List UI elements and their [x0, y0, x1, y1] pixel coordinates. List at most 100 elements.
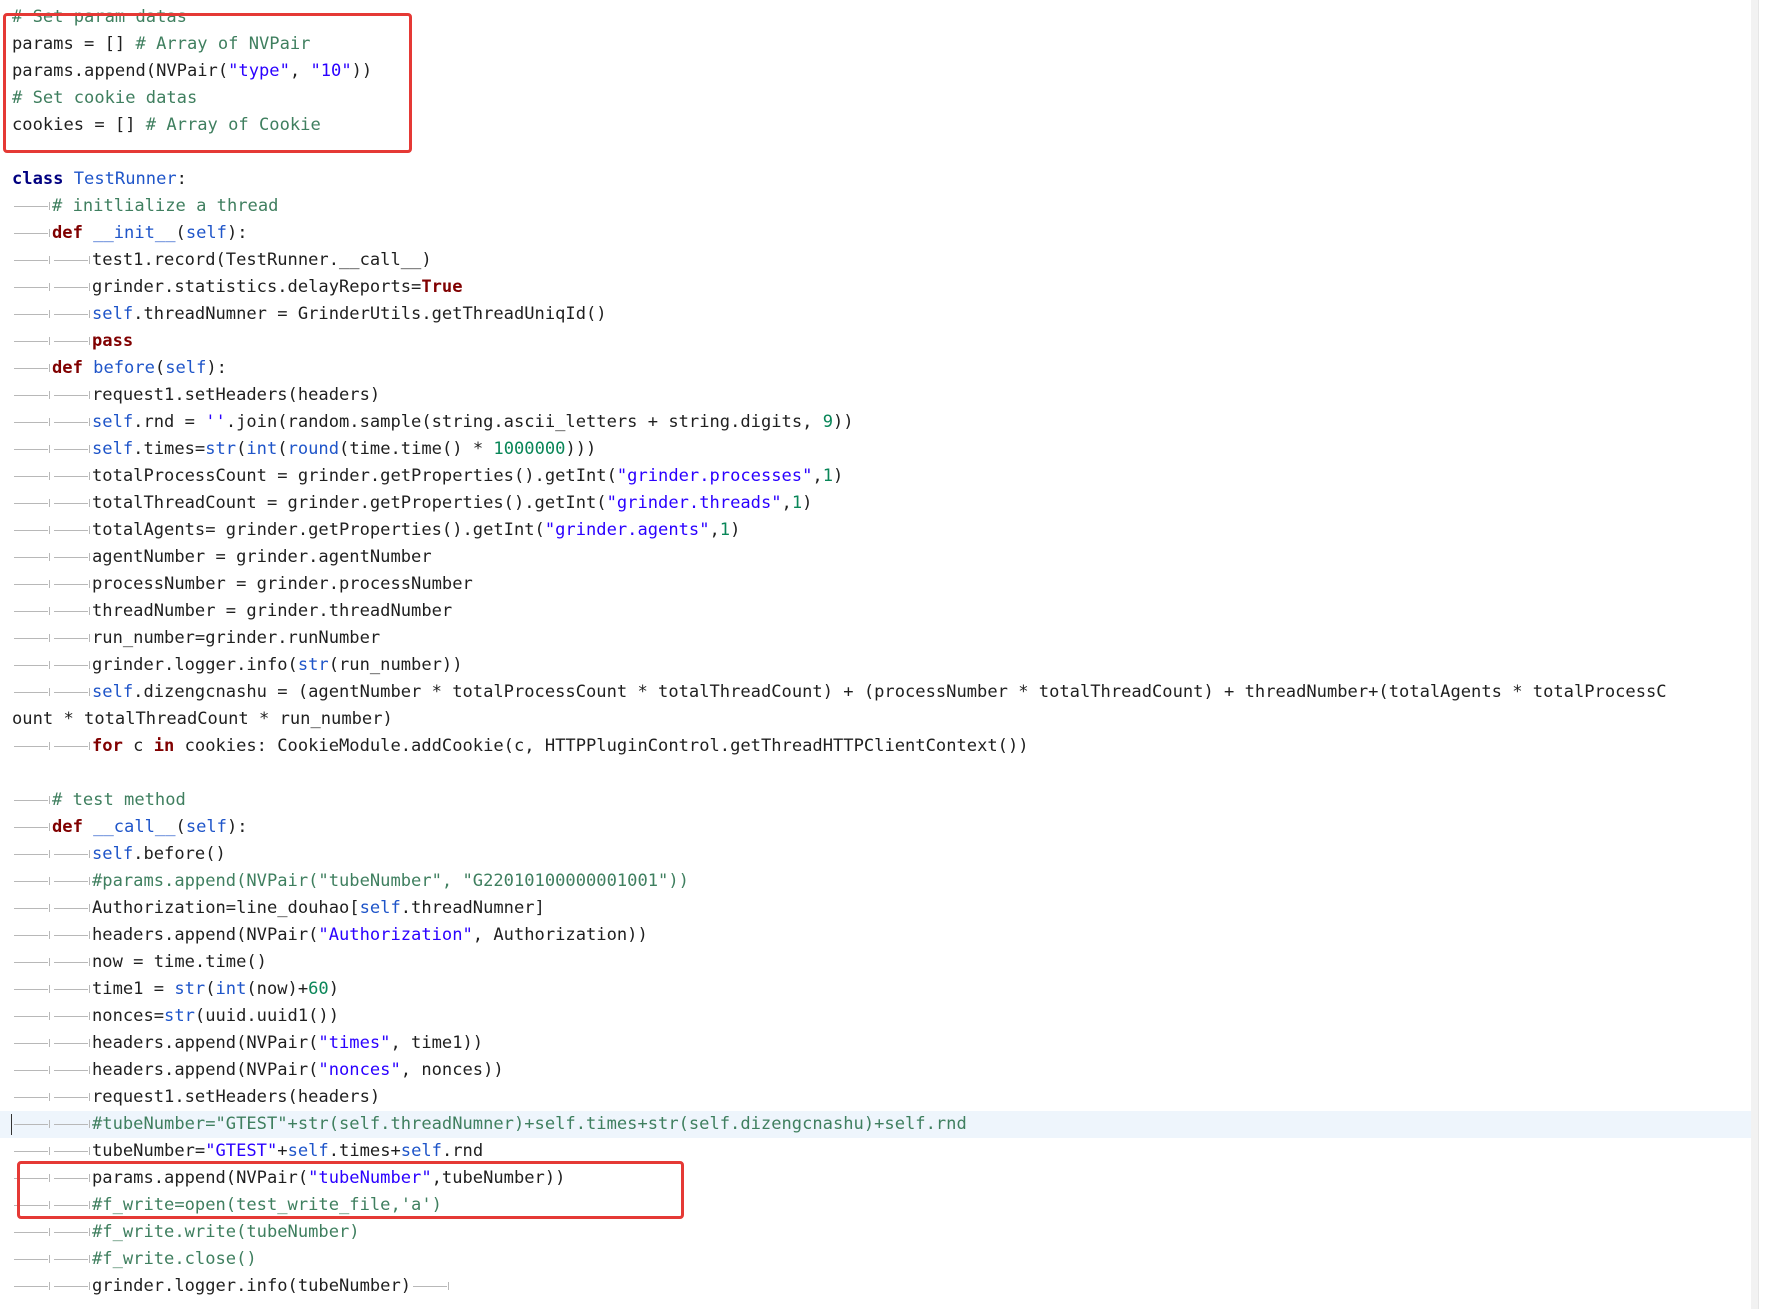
code-line[interactable]: totalProcessCount = grinder.getPropertie…	[0, 463, 1758, 490]
code-line[interactable]: def __init__(self):	[0, 220, 1758, 247]
code-token: # Array of NVPair	[135, 34, 311, 54]
code-line[interactable]: self.rnd = ''.join(random.sample(string.…	[0, 409, 1758, 436]
tab-indent-marker	[52, 976, 92, 1003]
code-token: grinder.logger.info(tubeNumber)	[92, 1276, 412, 1296]
tab-indent-marker	[12, 787, 52, 814]
code-line[interactable]: params.append(NVPair("type", "10"))	[0, 58, 1758, 85]
code-editor[interactable]: # Set param datas params = [] # Array of …	[0, 0, 1759, 1309]
code-line[interactable]: #f_write.write(tubeNumber)	[0, 1219, 1758, 1246]
code-line[interactable]: cookies = [] # Array of Cookie	[0, 112, 1758, 139]
code-token: #params.append(NVPair("tubeNumber", "G22…	[92, 871, 689, 891]
code-token: .times+	[328, 1141, 401, 1161]
tab-indent-marker	[52, 1030, 92, 1057]
code-line[interactable]: totalThreadCount = grinder.getProperties…	[0, 490, 1758, 517]
code-line[interactable]: now = time.time()	[0, 949, 1758, 976]
code-token: (	[175, 223, 186, 243]
code-line[interactable]: totalAgents= grinder.getProperties().get…	[0, 517, 1758, 544]
tab-indent-marker	[52, 1192, 92, 1219]
tab-indent-marker	[12, 247, 52, 274]
code-token: 60	[308, 979, 329, 999]
code-line[interactable]: params = [] # Array of NVPair	[0, 31, 1758, 58]
code-token: ,	[289, 61, 311, 81]
code-token: self	[92, 304, 134, 324]
tab-indent-marker	[52, 679, 92, 706]
code-line[interactable]: request1.setHeaders(headers)	[0, 1084, 1758, 1111]
code-line[interactable]: nonces=str(uuid.uuid1())	[0, 1003, 1758, 1030]
code-token: __call__	[93, 817, 176, 837]
code-line[interactable]: request1.setHeaders(headers)	[0, 382, 1758, 409]
code-line[interactable]: test1.record(TestRunner.__call__)	[0, 247, 1758, 274]
code-line[interactable]: #tubeNumber="GTEST"+str(self.threadNumne…	[0, 1111, 1758, 1138]
code-token: totalThreadCount = grinder.getProperties…	[92, 493, 607, 513]
code-token: self	[92, 844, 134, 864]
code-line[interactable]: run_number=grinder.runNumber	[0, 625, 1758, 652]
code-line[interactable]: agentNumber = grinder.agentNumber	[0, 544, 1758, 571]
code-token: params = []	[12, 34, 136, 54]
tab-indent-marker	[52, 1273, 92, 1300]
code-token: request1.setHeaders(headers)	[92, 1087, 381, 1107]
code-token: #tubeNumber="GTEST"+str(self.threadNumne…	[92, 1114, 967, 1134]
code-line[interactable]: # initlialize a thread	[0, 193, 1758, 220]
code-token: #f_write.write(tubeNumber)	[92, 1222, 360, 1242]
vertical-scrollbar[interactable]	[1751, 0, 1758, 1309]
code-token: now = time.time()	[92, 952, 267, 972]
code-line[interactable]: #f_write.close()	[0, 1246, 1758, 1273]
code-token: ,	[812, 466, 823, 486]
tab-indent-marker	[52, 463, 92, 490]
code-line[interactable]: #params.append(NVPair("tubeNumber", "G22…	[0, 868, 1758, 895]
code-line[interactable]: headers.append(NVPair("nonces", nonces))	[0, 1057, 1758, 1084]
code-token: totalAgents= grinder.getProperties().get…	[92, 520, 545, 540]
code-token: tubeNumber=	[92, 1141, 206, 1161]
code-line[interactable]: tubeNumber="GTEST"+self.times+self.rnd	[0, 1138, 1758, 1165]
code-token: "10"	[310, 61, 352, 81]
code-line[interactable]: self.before()	[0, 841, 1758, 868]
code-token: (run_number))	[328, 655, 463, 675]
tab-indent-marker	[12, 976, 52, 1003]
code-line[interactable]: # test method	[0, 787, 1758, 814]
code-line[interactable]: time1 = str(int(now)+60)	[0, 976, 1758, 1003]
code-line[interactable]: def __call__(self):	[0, 814, 1758, 841]
code-line[interactable]: Authorization=line_douhao[self.threadNum…	[0, 895, 1758, 922]
code-line[interactable]: headers.append(NVPair("Authorization", A…	[0, 922, 1758, 949]
tab-indent-marker	[52, 1219, 92, 1246]
code-token: 1	[719, 520, 731, 540]
code-line[interactable]	[0, 139, 1758, 166]
code-token: str	[205, 439, 237, 459]
code-line[interactable]: #f_write=open(test_write_file,'a')	[0, 1192, 1758, 1219]
code-line[interactable]: grinder.statistics.delayReports=True	[0, 274, 1758, 301]
tab-indent-marker	[52, 922, 92, 949]
code-token: :	[176, 169, 187, 189]
code-line[interactable]: threadNumber = grinder.threadNumber	[0, 598, 1758, 625]
tab-indent-marker	[12, 1165, 52, 1192]
code-line[interactable]	[0, 760, 1758, 787]
code-token: self	[92, 682, 134, 702]
tab-indent-marker	[12, 571, 52, 598]
tab-indent-marker	[52, 247, 92, 274]
code-token: )	[328, 979, 340, 999]
code-line[interactable]: class TestRunner:	[0, 166, 1758, 193]
code-line[interactable]: pass	[0, 328, 1758, 355]
code-line[interactable]: def before(self):	[0, 355, 1758, 382]
code-line[interactable]: processNumber = grinder.processNumber	[0, 571, 1758, 598]
code-line[interactable]: # Set param datas	[0, 4, 1758, 31]
code-line[interactable]: grinder.logger.info(tubeNumber)	[0, 1273, 1758, 1300]
tab-indent-marker	[52, 868, 92, 895]
code-line[interactable]: self.times=str(int(round(time.time() * 1…	[0, 436, 1758, 463]
code-line[interactable]: self.dizengcnashu = (agentNumber * total…	[0, 679, 1672, 733]
code-token: request1.setHeaders(headers)	[92, 385, 381, 405]
code-line[interactable]: params.append(NVPair("tubeNumber",tubeNu…	[0, 1165, 1758, 1192]
code-line[interactable]: for c in cookies: CookieModule.addCookie…	[0, 733, 1758, 760]
code-line[interactable]: self.threadNumner = GrinderUtils.getThre…	[0, 301, 1758, 328]
code-line[interactable]: headers.append(NVPair("times", time1))	[0, 1030, 1758, 1057]
code-token: "grinder.threads"	[606, 493, 782, 513]
code-line[interactable]: grinder.logger.info(str(run_number))	[0, 652, 1758, 679]
code-token: self	[92, 412, 134, 432]
tab-indent-marker	[52, 733, 92, 760]
tab-indent-marker	[52, 1084, 92, 1111]
code-token: Authorization=line_douhao[	[92, 898, 360, 918]
code-token: agentNumber = grinder.agentNumber	[92, 547, 432, 567]
code-token: .times=	[133, 439, 206, 459]
code-token: headers.append(NVPair(	[92, 1060, 319, 1080]
code-line[interactable]: # Set cookie datas	[0, 85, 1758, 112]
code-token: # Set param datas	[12, 7, 187, 27]
